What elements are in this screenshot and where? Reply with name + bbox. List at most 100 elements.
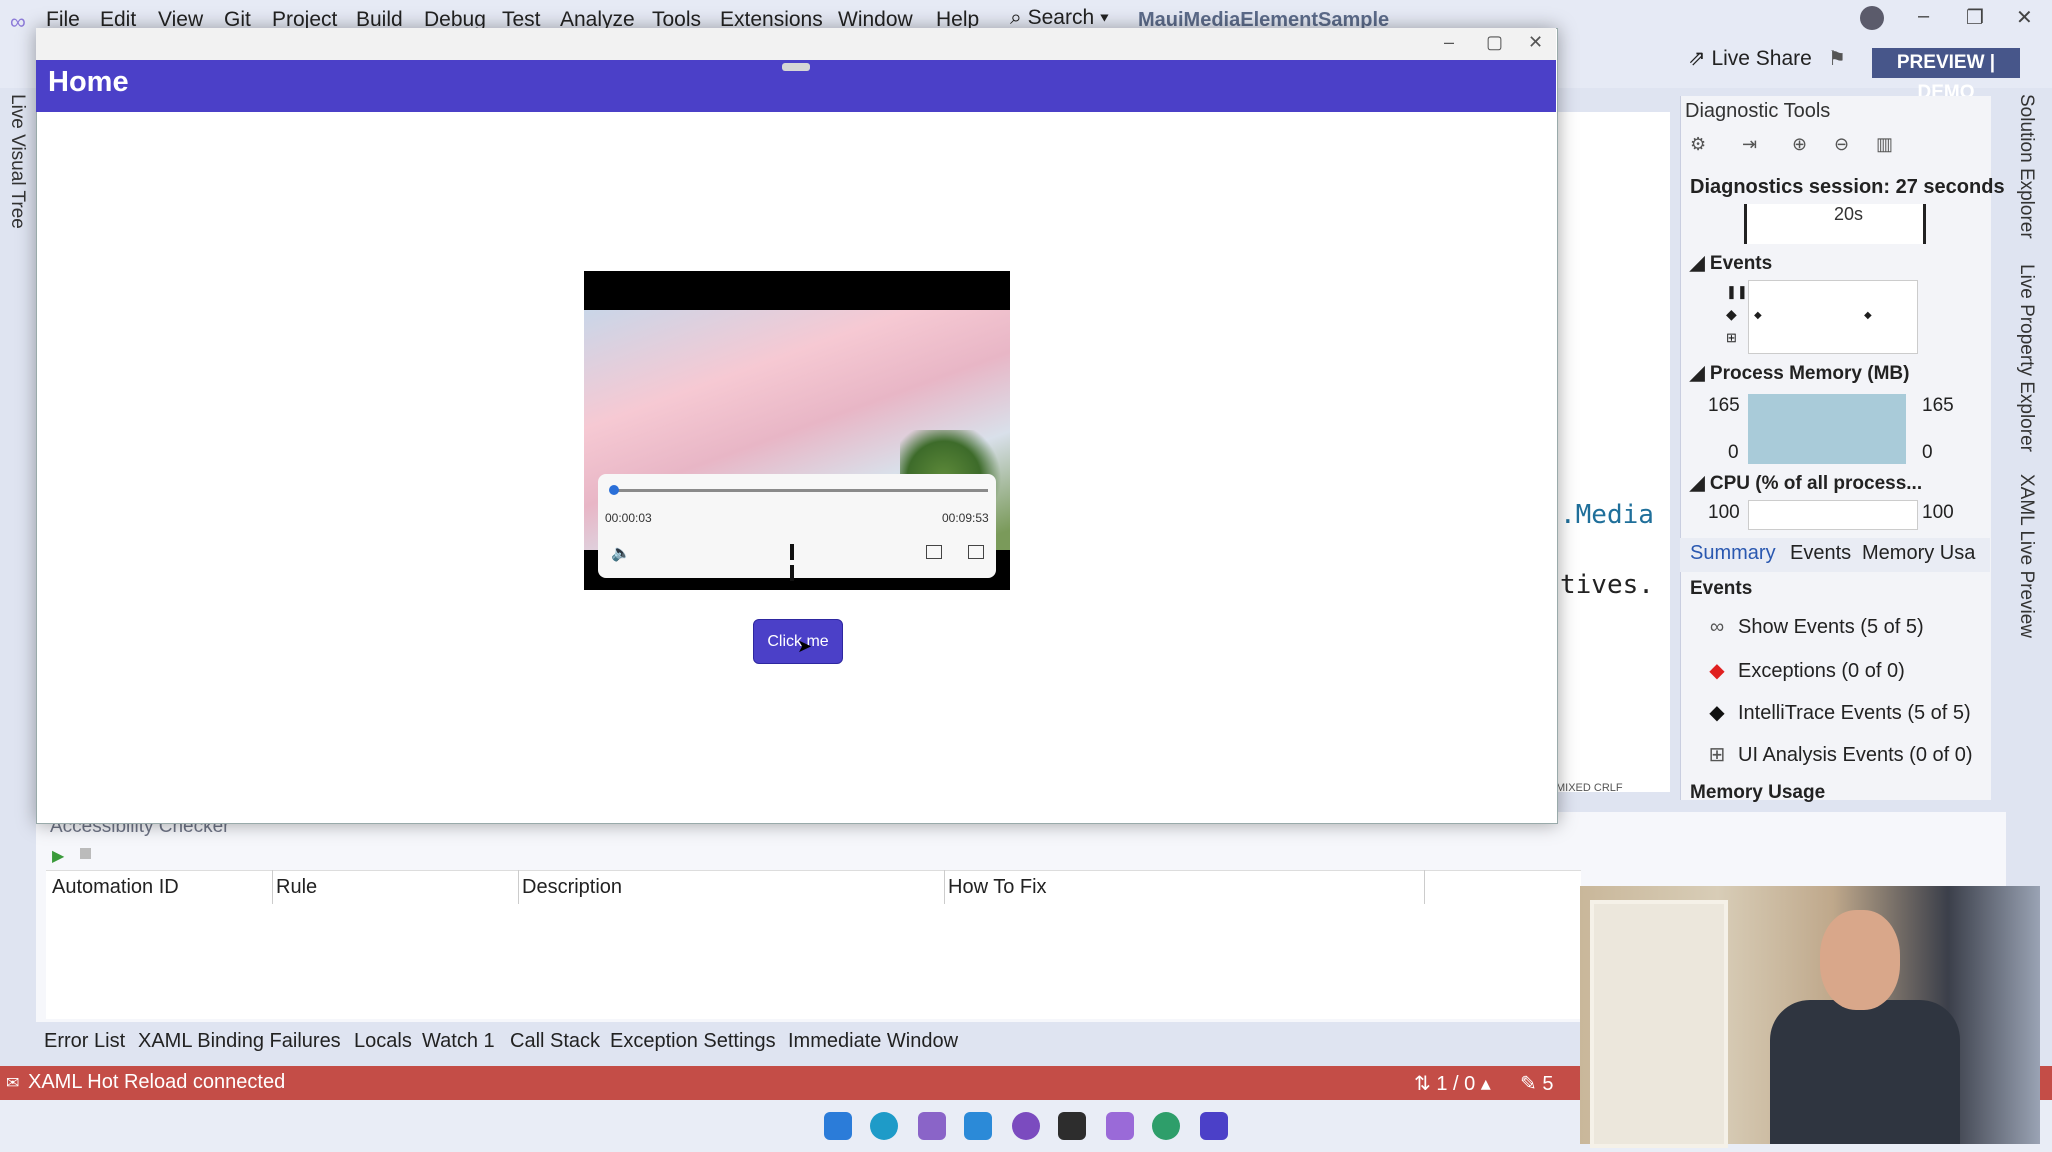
fullscreen-icon[interactable]	[968, 545, 984, 559]
tab-live-property-explorer[interactable]: Live Property Explorer	[2015, 264, 2037, 452]
vscode-icon[interactable]	[964, 1112, 992, 1140]
play-icon[interactable]: ▶	[52, 846, 64, 866]
windows-start-icon[interactable]	[824, 1112, 852, 1140]
process-memory-header[interactable]: ◢ Process Memory (MB)	[1690, 362, 1909, 385]
seek-bar[interactable]	[612, 489, 988, 492]
visual-studio-icon[interactable]	[1106, 1112, 1134, 1140]
column-divider[interactable]	[1424, 870, 1425, 904]
diagnostic-tools-title: Diagnostic Tools	[1685, 100, 1831, 122]
app-titlebar[interactable]	[36, 28, 1556, 60]
cpu-section-label: CPU (% of all process...	[1709, 473, 1923, 494]
cpu-chart	[1748, 500, 1918, 530]
github-desktop-icon[interactable]	[1012, 1112, 1040, 1140]
code-editor[interactable]	[1556, 112, 1670, 792]
search-icon: ⌕	[1010, 6, 1028, 29]
tab-watch-1[interactable]: Watch 1	[422, 1030, 495, 1053]
seek-thumb[interactable]	[608, 485, 619, 495]
account-avatar-icon[interactable]	[1860, 6, 1884, 30]
column-divider[interactable]	[944, 870, 945, 904]
reset-view-icon[interactable]: ▥	[1876, 134, 1893, 155]
app-minimize-icon[interactable]: –	[1444, 32, 1454, 53]
tab-live-visual-tree[interactable]: Live Visual Tree	[6, 94, 28, 229]
tab-exception-settings[interactable]: Exception Settings	[610, 1030, 776, 1053]
column-how-to-fix[interactable]: How To Fix	[948, 876, 1047, 899]
event-row-ui-analysis[interactable]: ⊞ UI Analysis Events (0 of 0)	[1706, 742, 1973, 767]
tab-xaml-binding-failures[interactable]: XAML Binding Failures	[138, 1030, 341, 1053]
event-row-intellitrace[interactable]: ◆ IntelliTrace Events (5 of 5)	[1706, 700, 1971, 725]
memory-usage-heading: Memory Usage	[1690, 782, 1826, 803]
editor-code-fragment: tives.	[1560, 570, 1654, 600]
presenter-body	[1770, 1000, 1960, 1144]
pending-changes[interactable]: ✎ 5	[1520, 1071, 1553, 1096]
drag-handle[interactable]	[782, 63, 810, 71]
cpu-section-header[interactable]: ◢ CPU (% of all process...	[1690, 472, 1922, 495]
column-rule[interactable]: Rule	[276, 876, 317, 899]
break-events-icon: ❚❚	[1726, 284, 1748, 299]
column-automation-id[interactable]: Automation ID	[52, 876, 179, 899]
column-description[interactable]: Description	[522, 876, 622, 899]
memory-axis-min: 0	[1728, 442, 1739, 463]
tab-call-stack[interactable]: Call Stack	[510, 1030, 600, 1053]
cpu-axis-max-right: 100	[1922, 502, 1954, 523]
tab-solution-explorer[interactable]: Solution Explorer	[2015, 94, 2037, 239]
ui-analysis-events-icon: ⊞	[1726, 330, 1737, 345]
column-divider[interactable]	[518, 870, 519, 904]
left-tool-rail	[0, 88, 36, 1066]
event-row-label: UI Analysis Events (0 of 0)	[1738, 744, 1973, 766]
event-row-show-events[interactable]: ∞ Show Events (5 of 5)	[1706, 616, 1924, 639]
remote-tool-icon[interactable]	[1152, 1112, 1180, 1140]
event-marker[interactable]: ◆	[1754, 310, 1762, 321]
volume-icon[interactable]: 🔈	[611, 543, 631, 563]
tab-error-list[interactable]: Error List	[44, 1030, 125, 1053]
git-commit-counter[interactable]: ⇅ 1 / 0 ▴	[1414, 1071, 1491, 1096]
tab-events[interactable]: Events	[1790, 542, 1851, 565]
pencil-icon: ✎	[1520, 1073, 1543, 1095]
event-marker[interactable]: ◆	[1864, 310, 1872, 321]
pause-icon[interactable]	[790, 544, 804, 581]
search-box[interactable]: ⌕ Search ▾	[1010, 6, 1109, 30]
live-share-label: Live Share	[1711, 47, 1812, 70]
show-events-icon: ∞	[1709, 616, 1725, 638]
zoom-out-icon[interactable]: ⊖	[1834, 134, 1849, 155]
vs-close-icon[interactable]: ✕	[2016, 5, 2033, 30]
aspect-ratio-icon[interactable]	[926, 545, 942, 559]
dotnet-app-icon[interactable]	[1200, 1112, 1228, 1140]
total-time: 00:09:53	[942, 511, 989, 525]
ui-analysis-icon: ⊞	[1708, 744, 1726, 766]
intellitrace-icon: ◆	[1709, 702, 1725, 724]
pending-changes-value: 5	[1542, 1073, 1554, 1095]
vs-restore-icon[interactable]: ❐	[1966, 5, 1984, 30]
tab-memory-usage[interactable]: Memory Usa	[1862, 542, 1975, 565]
stop-icon[interactable]	[80, 848, 91, 859]
page-title: Home	[48, 66, 129, 98]
app-close-icon[interactable]: ✕	[1528, 32, 1543, 53]
memory-axis-max: 165	[1708, 395, 1740, 416]
tab-locals[interactable]: Locals	[354, 1030, 412, 1053]
diagnostics-session-text: Diagnostics session: 27 seconds	[1690, 176, 2005, 198]
event-row-exceptions[interactable]: ◆ Exceptions (0 of 0)	[1706, 658, 1904, 683]
settings-gear-icon[interactable]: ⚙	[1690, 134, 1706, 155]
hot-reload-status[interactable]: XAML Hot Reload connected	[28, 1071, 285, 1094]
git-counter-value: 1 / 0	[1436, 1073, 1476, 1095]
editor-code-fragment: .Media	[1560, 500, 1654, 530]
process-memory-label: Process Memory (MB)	[1709, 363, 1910, 384]
search-label: Search	[1027, 6, 1095, 29]
visual-studio-logo-icon: ∞	[10, 9, 26, 34]
vs-minimize-icon[interactable]: –	[1918, 5, 1929, 28]
feedback-icon[interactable]: ⚑	[1828, 46, 1846, 71]
tab-summary[interactable]: Summary	[1690, 542, 1776, 565]
terminal-icon[interactable]	[1058, 1112, 1086, 1140]
bookshelf-background	[1590, 900, 1728, 1148]
live-share-button[interactable]: ⇗ Live Share	[1688, 46, 1812, 71]
visual-studio-preview-icon[interactable]	[918, 1112, 946, 1140]
zoom-in-icon[interactable]: ⊕	[1792, 134, 1807, 155]
select-tools-icon[interactable]: ⇥	[1742, 134, 1757, 155]
tab-immediate-window[interactable]: Immediate Window	[788, 1030, 958, 1053]
tab-xaml-live-preview[interactable]: XAML Live Preview	[2015, 474, 2037, 638]
event-row-label: IntelliTrace Events (5 of 5)	[1738, 702, 1971, 724]
app-maximize-icon[interactable]: ▢	[1486, 32, 1503, 53]
events-section-header[interactable]: ◢ Events	[1690, 252, 1772, 275]
edge-browser-icon[interactable]	[870, 1112, 898, 1140]
column-divider[interactable]	[272, 870, 273, 904]
events-section-label: Events	[1709, 253, 1773, 274]
